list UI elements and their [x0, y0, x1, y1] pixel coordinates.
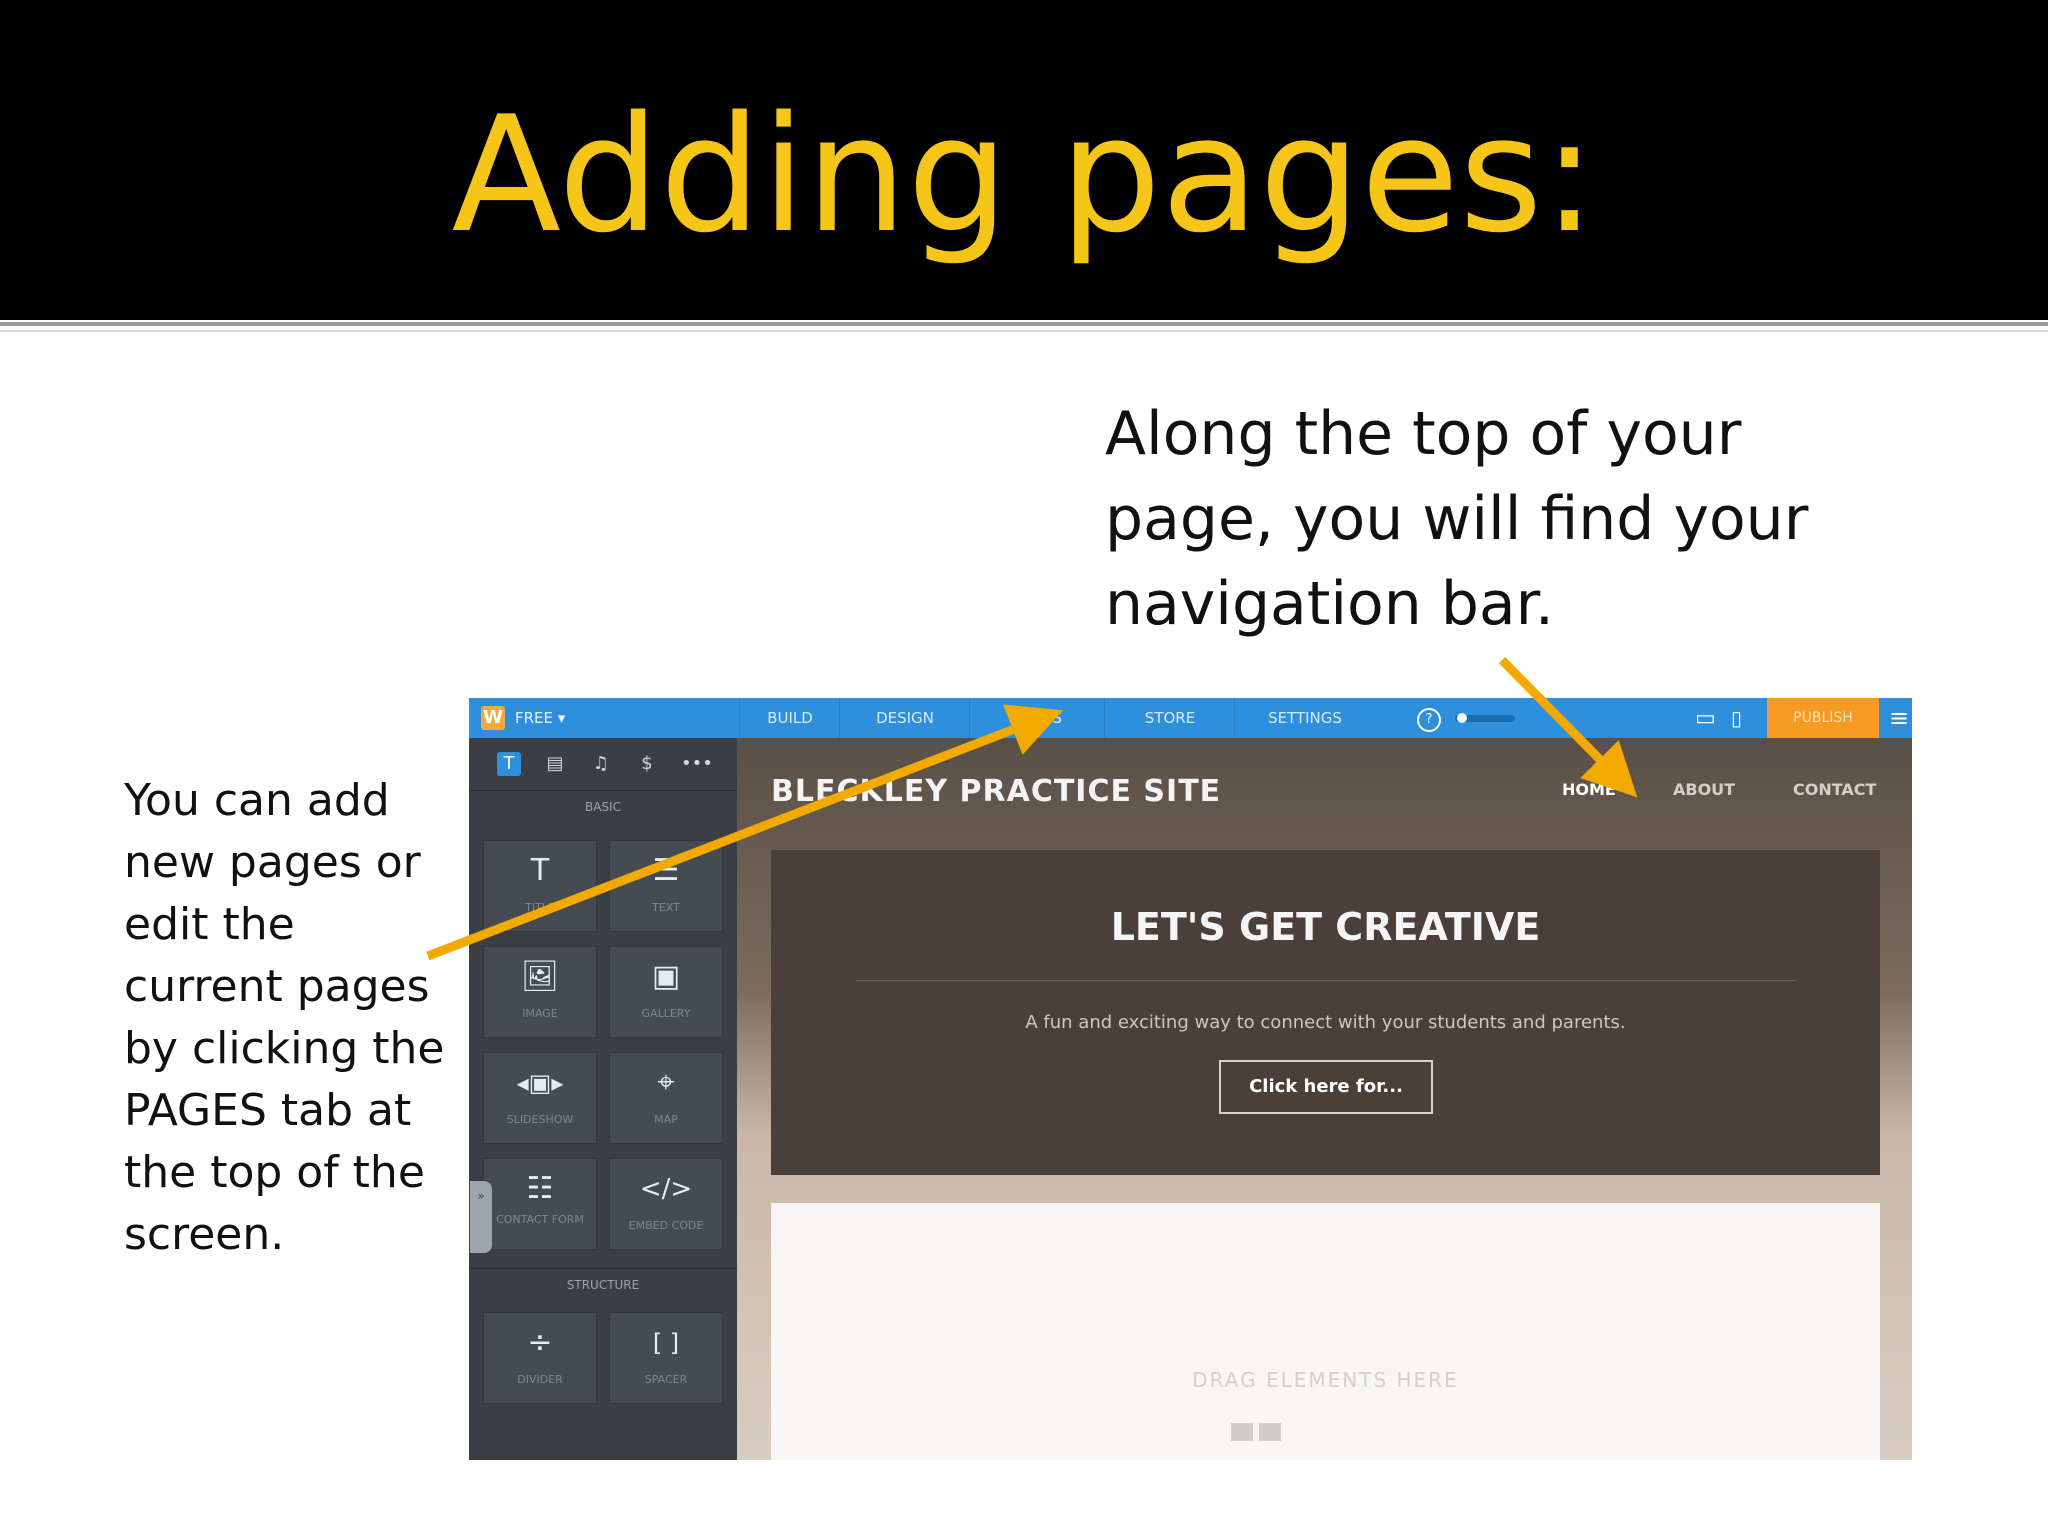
- embed-code-icon: </>: [639, 1174, 693, 1204]
- element-tile-text[interactable]: ☰ TEXT: [609, 840, 723, 932]
- weebly-logo-icon[interactable]: W: [481, 706, 505, 730]
- site-title[interactable]: BLECKLEY PRACTICE SITE: [771, 774, 1221, 809]
- element-tile-label: DIVIDER: [517, 1373, 563, 1386]
- hero-button[interactable]: Click here for...: [1219, 1060, 1433, 1114]
- tab-design[interactable]: DESIGN: [839, 698, 970, 738]
- element-tile-spacer[interactable]: [ ] SPACER: [609, 1312, 723, 1404]
- plan-dropdown[interactable]: FREE ▾: [515, 709, 565, 727]
- media-category-icon[interactable]: ♫: [589, 752, 613, 776]
- site-nav-home[interactable]: HOME: [1562, 780, 1616, 799]
- divider-rule-light: [0, 330, 2048, 332]
- layout-category-icon[interactable]: ▤: [543, 752, 567, 776]
- element-tile-label: SLIDESHOW: [506, 1113, 574, 1126]
- element-tile-label: EMBED CODE: [628, 1219, 704, 1232]
- tab-pages[interactable]: PAGES: [969, 698, 1105, 738]
- menu-icon[interactable]: ≡: [1889, 704, 1909, 732]
- site-preview: BLECKLEY PRACTICE SITE HOME ABOUT CONTAC…: [737, 738, 1912, 1460]
- map-icon: ⌖: [657, 1065, 675, 1100]
- section-divider: [469, 790, 737, 791]
- text-category-icon[interactable]: T: [497, 752, 521, 776]
- contact-form-icon: ☷: [526, 1171, 554, 1206]
- element-tile-label: TITLE: [525, 901, 555, 914]
- text-icon: ☰: [652, 853, 680, 888]
- element-tile-title[interactable]: T TITLE: [483, 840, 597, 932]
- desktop-view-icon[interactable]: ▭: [1695, 706, 1716, 731]
- element-tile-label: CONTACT FORM: [496, 1213, 584, 1226]
- element-tile-label: GALLERY: [641, 1007, 691, 1020]
- publish-button[interactable]: PUBLISH: [1767, 698, 1879, 738]
- slideshow-icon: ◂▣▸: [516, 1069, 564, 1097]
- hero-title[interactable]: LET'S GET CREATIVE: [771, 905, 1880, 949]
- section-label-structure: STRUCTURE: [566, 1278, 640, 1292]
- editor-top-nav: W FREE ▾ BUILD DESIGN PAGES STORE SETTIN…: [469, 698, 1912, 738]
- help-icon[interactable]: ?: [1417, 708, 1441, 732]
- editor-screenshot: W FREE ▾ BUILD DESIGN PAGES STORE SETTIN…: [469, 698, 1912, 1460]
- tab-settings[interactable]: SETTINGS: [1234, 698, 1375, 738]
- divider-icon: ÷: [527, 1325, 553, 1360]
- nav-bar-caption: Along the top of your page, you will fin…: [1105, 399, 1809, 639]
- site-nav-contact[interactable]: CONTACT: [1793, 780, 1876, 799]
- commerce-category-icon[interactable]: $: [635, 752, 659, 776]
- image-icon: 🖼: [520, 959, 560, 994]
- tab-build[interactable]: BUILD: [739, 698, 840, 738]
- sidebar-collapse-handle[interactable]: »: [470, 1181, 492, 1253]
- section-label-basic: BASIC: [585, 800, 621, 814]
- element-tile-slideshow[interactable]: ◂▣▸ SLIDESHOW: [483, 1052, 597, 1144]
- drop-area-label: DRAG ELEMENTS HERE: [1192, 1368, 1459, 1392]
- mobile-view-icon[interactable]: ▯: [1731, 706, 1742, 730]
- progress-slider-knob[interactable]: [1457, 713, 1467, 723]
- hero-divider: [856, 980, 1796, 981]
- section-divider: [469, 1268, 737, 1269]
- hero-subtitle[interactable]: A fun and exciting way to connect with y…: [771, 1012, 1880, 1033]
- drop-placeholder-icon: [1259, 1423, 1281, 1441]
- element-tile-gallery[interactable]: ▣ GALLERY: [609, 946, 723, 1038]
- element-tile-embed-code[interactable]: </> EMBED CODE: [609, 1158, 723, 1250]
- drop-placeholder-icon: [1231, 1423, 1253, 1441]
- element-tile-label: MAP: [654, 1113, 678, 1126]
- spacer-icon: [ ]: [652, 1329, 680, 1357]
- element-tile-label: SPACER: [644, 1373, 688, 1386]
- element-tile-divider[interactable]: ÷ DIVIDER: [483, 1312, 597, 1404]
- tab-store[interactable]: STORE: [1104, 698, 1235, 738]
- title-bar: Adding pages:: [0, 0, 2048, 320]
- divider-rule: [0, 322, 2048, 326]
- gallery-icon: ▣: [651, 959, 681, 994]
- site-nav-about[interactable]: ABOUT: [1673, 780, 1735, 799]
- element-tile-map[interactable]: ⌖ MAP: [609, 1052, 723, 1144]
- element-tile-label: TEXT: [652, 901, 680, 914]
- element-tile-label: IMAGE: [522, 1007, 558, 1020]
- pages-tab-caption: You can add new pages or edit the curren…: [124, 775, 445, 1260]
- element-tile-contact-form[interactable]: ☷ CONTACT FORM: [483, 1158, 597, 1250]
- slide-title: Adding pages:: [451, 81, 1597, 268]
- more-category-icon[interactable]: •••: [681, 752, 713, 776]
- element-sidebar: T ▤ ♫ $ ••• BASIC T TITLE ☰ TEXT 🖼 IMAGE…: [469, 738, 737, 1460]
- hero-section: LET'S GET CREATIVE A fun and exciting wa…: [771, 850, 1880, 1175]
- title-icon: T: [530, 853, 550, 888]
- element-tile-image[interactable]: 🖼 IMAGE: [483, 946, 597, 1038]
- drop-area[interactable]: DRAG ELEMENTS HERE: [771, 1203, 1880, 1460]
